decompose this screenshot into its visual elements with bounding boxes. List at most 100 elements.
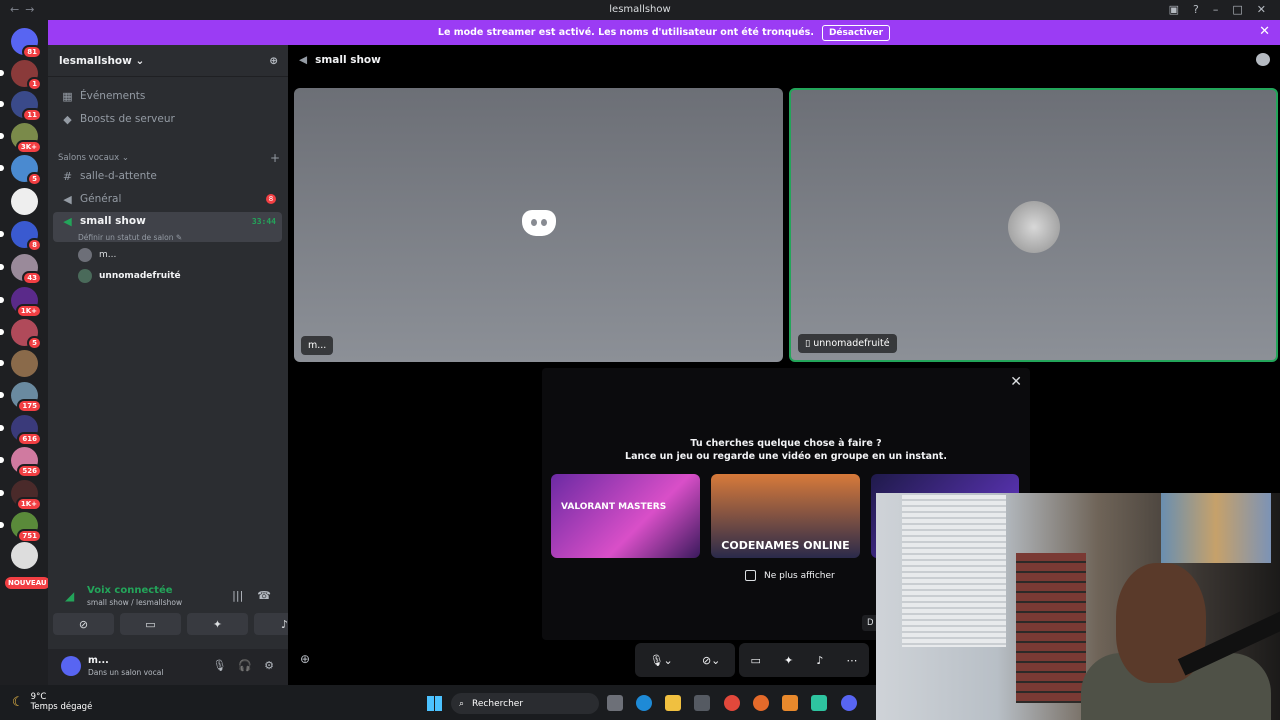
- server-icon[interactable]: 526: [0, 447, 42, 478]
- server-icon[interactable]: 3K+: [0, 123, 42, 154]
- server-icon[interactable]: 175: [0, 382, 42, 413]
- chrome-icon[interactable]: [724, 695, 740, 711]
- dont-show-checkbox[interactable]: Ne plus afficher: [745, 570, 835, 581]
- server-icon[interactable]: 5: [0, 155, 42, 186]
- checkbox-icon[interactable]: [745, 570, 756, 581]
- mic-icon[interactable]: 🎙: [212, 659, 226, 672]
- server-icon[interactable]: [11, 542, 38, 569]
- task-view-icon[interactable]: [607, 695, 623, 711]
- user-name: m...: [88, 655, 109, 666]
- camera-off-button[interactable]: ⊘: [53, 613, 114, 635]
- window-controls[interactable]: ▣? – □ ✕: [1169, 3, 1266, 16]
- discord-logo-icon: [522, 210, 556, 236]
- user-panel: m... Dans un salon vocal 🎙 🎧 ⚙: [48, 649, 288, 685]
- channel-header: ◀ small show: [299, 54, 381, 66]
- streamer-mode-banner: Le mode streamer est activé. Les noms d'…: [48, 20, 1280, 45]
- channel-label: Général: [80, 193, 122, 205]
- voice-location[interactable]: small show / lesmallshow: [87, 598, 182, 607]
- edge-icon[interactable]: [636, 695, 652, 711]
- server-icon[interactable]: 616: [0, 415, 42, 446]
- voice-status: Voix connectée: [87, 585, 173, 596]
- add-member-icon[interactable]: ⊕: [269, 55, 278, 67]
- signal-icon[interactable]: ◢: [65, 589, 74, 603]
- avatar[interactable]: [61, 656, 81, 676]
- channel-general[interactable]: ◀ Général 8: [53, 188, 282, 210]
- gear-icon[interactable]: ⚙: [264, 659, 274, 672]
- server-badge: 1K+: [15, 304, 42, 318]
- chevron-down-icon: ⌄: [131, 54, 145, 67]
- server-icon[interactable]: [0, 350, 38, 377]
- checkbox-label: Ne plus afficher: [764, 570, 835, 581]
- channel-salle-d-attente[interactable]: # salle-d-attente: [53, 165, 282, 187]
- file-explorer-icon[interactable]: [665, 695, 681, 711]
- screen-share-icon[interactable]: ▭: [751, 654, 761, 667]
- activities-icon[interactable]: ✦: [784, 654, 793, 667]
- sidebar-item-boosts[interactable]: ◆ Boosts de serveur: [53, 108, 282, 130]
- banner-close-icon[interactable]: ✕: [1259, 24, 1270, 39]
- app-icon[interactable]: [811, 695, 827, 711]
- screen-share-button[interactable]: ▭: [120, 613, 181, 635]
- add-people-icon[interactable]: ⊕: [300, 652, 310, 666]
- server-badge: 751: [17, 529, 42, 543]
- noise-icon[interactable]: |||: [232, 589, 243, 602]
- taskbar-search[interactable]: ⌕ Rechercher: [451, 693, 599, 714]
- video-tile[interactable]: m...: [294, 88, 783, 362]
- prompt-subtitle: Lance un jeu ou regarde une vidéo en gro…: [625, 451, 947, 462]
- add-channel-icon[interactable]: +: [270, 151, 280, 165]
- server-badge: 3K+: [15, 140, 42, 154]
- video-tile[interactable]: ▯ unnomadefruité: [789, 88, 1278, 362]
- server-header[interactable]: lesmallshow ⌄ ⊕: [48, 45, 288, 77]
- sidebar-item-label: Boosts de serveur: [80, 113, 175, 125]
- activity-card-valorant[interactable]: VALORANT MASTERS: [551, 474, 700, 558]
- voice-category[interactable]: Salons vocaux ⌄ +: [58, 151, 280, 165]
- voice-user[interactable]: m...: [78, 248, 116, 262]
- voice-user[interactable]: unnomadefruité: [78, 269, 181, 283]
- server-badge: 81: [22, 45, 42, 59]
- store-icon[interactable]: [694, 695, 710, 711]
- server-icon[interactable]: 5: [0, 319, 42, 350]
- sidebar-item-events[interactable]: ▦ Événements: [53, 85, 282, 107]
- close-button[interactable]: ✕: [1257, 3, 1266, 16]
- vlc-icon[interactable]: [782, 695, 798, 711]
- soundboard-icon[interactable]: ♪: [816, 654, 823, 667]
- activities-button[interactable]: ✦: [187, 613, 248, 635]
- windows-start-icon[interactable]: [427, 696, 442, 711]
- weather-widget[interactable]: ☾ 9°C Temps dégagé: [12, 692, 92, 712]
- server-badge: 5: [27, 336, 42, 350]
- server-badge: 1K+: [15, 497, 42, 511]
- help-icon[interactable]: ?: [1193, 3, 1199, 16]
- new-badge: NOUVEAU: [5, 577, 50, 589]
- more-icon[interactable]: ⋯: [846, 654, 857, 667]
- mic-icon[interactable]: 🎙⌄: [650, 654, 673, 667]
- server-badge: 175: [17, 399, 42, 413]
- server-icon[interactable]: 1K+: [0, 287, 42, 318]
- discord-icon[interactable]: [841, 695, 857, 711]
- server-icon[interactable]: 1: [0, 60, 42, 91]
- user-status: Dans un salon vocal: [88, 668, 164, 677]
- voice-actions: ⊘ ▭ ✦ ♪: [53, 613, 315, 635]
- call-controls: ▭ ✦ ♪ ⋯: [739, 643, 869, 677]
- minimize-button[interactable]: –: [1213, 3, 1219, 16]
- close-icon[interactable]: ✕: [1010, 374, 1022, 390]
- maximize-button[interactable]: □: [1232, 3, 1242, 16]
- firefox-icon[interactable]: [753, 695, 769, 711]
- camera-off-icon[interactable]: ⊘⌄: [702, 654, 720, 667]
- channel-status[interactable]: Définir un statut de salon ✎: [78, 233, 182, 242]
- server-icon[interactable]: [11, 188, 38, 215]
- boost-icon: ◆: [63, 112, 72, 126]
- chat-icon[interactable]: [1256, 53, 1270, 66]
- server-badge: 1: [27, 77, 42, 91]
- server-icon[interactable]: 751: [0, 512, 42, 543]
- server-icon[interactable]: 1K+: [0, 480, 42, 511]
- disconnect-icon[interactable]: ☎: [257, 589, 271, 602]
- server-icon[interactable]: 11: [0, 91, 42, 122]
- home-button[interactable]: 81: [11, 28, 42, 59]
- headphones-icon[interactable]: 🎧: [238, 659, 252, 672]
- speaker-icon: ◀: [299, 54, 308, 66]
- inbox-icon[interactable]: ▣: [1169, 3, 1179, 16]
- activity-card-codenames[interactable]: CODENAMES ONLINE: [711, 474, 860, 558]
- disable-button[interactable]: Désactiver: [821, 24, 891, 41]
- server-badge: 11: [22, 108, 42, 122]
- server-icon[interactable]: 8: [0, 221, 42, 252]
- server-icon[interactable]: 43: [0, 254, 42, 285]
